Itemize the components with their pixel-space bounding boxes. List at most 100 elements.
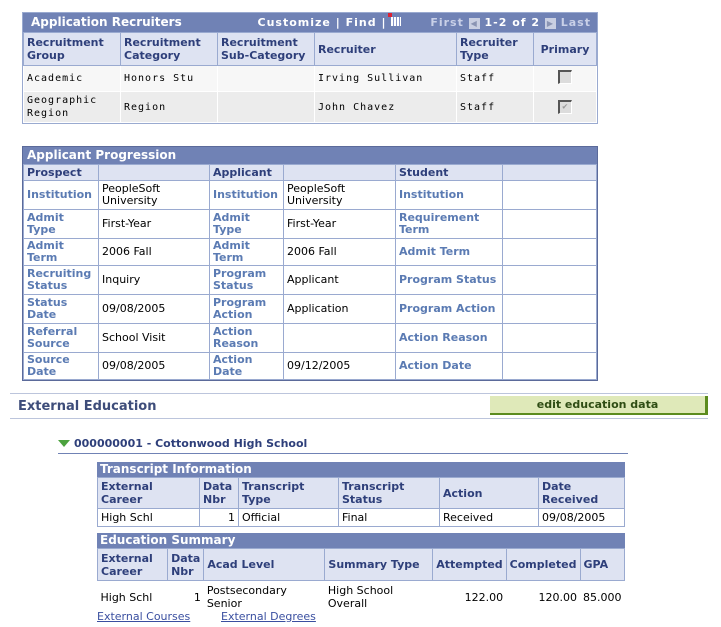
grid-title-bar: Application Recruiters Customize | Find … [23, 13, 597, 32]
field-value [502, 180, 597, 210]
field-value: Applicant [283, 265, 396, 295]
field-label: Program Action [395, 294, 503, 324]
progression-row: Source Date 09/08/2005 Action Date 09/12/20… [23, 352, 597, 380]
data-nbr: 1 [193, 590, 201, 604]
external-degrees-link[interactable]: External Degrees [221, 610, 316, 623]
field-label: Action Date [209, 352, 284, 380]
progression-row: Referral Source School Visit Action Reason… [23, 323, 597, 353]
last-link: Last [560, 16, 591, 29]
acad-level: Postsecondary Senior [206, 584, 287, 610]
application-recruiters-grid: Application Recruiters Customize | Find … [22, 12, 598, 124]
applicant-progression-panel: Applicant Progression Prospect Applicant… [22, 146, 598, 381]
primary-checkbox[interactable] [558, 69, 572, 84]
panel-title: Applicant Progression [23, 147, 597, 164]
field-value [283, 323, 396, 353]
field-value [502, 209, 597, 239]
transcript-status: Final [338, 508, 440, 527]
primary-checkbox[interactable]: ✔ [558, 100, 572, 114]
field-value: Inquiry [98, 265, 210, 295]
field-value: School Visit [98, 323, 210, 353]
find-link[interactable]: Find [346, 16, 377, 29]
collapse-triangle-icon[interactable] [58, 440, 70, 447]
field-label: Admit Type [209, 209, 284, 239]
grid-title: Transcript Information [97, 462, 625, 477]
field-value [502, 352, 597, 380]
field-label: Action Date [395, 352, 503, 380]
separator: | [381, 16, 387, 29]
progression-row: Admit Term 2006 Fall Admit Term 2006 Fall Ad… [23, 238, 597, 266]
col-header: Date Received [538, 477, 625, 509]
field-value: First-Year [98, 209, 210, 239]
recruitment-group: Geographic Region [23, 91, 121, 123]
customize-link[interactable]: Customize [258, 16, 331, 29]
transcript-information-grid: Transcript Information External Career D… [97, 462, 625, 527]
col-header: Recruitment Group [23, 32, 121, 66]
col-header: Data Nbr [167, 548, 205, 581]
col-header: Primary [533, 32, 597, 66]
field-value: 2006 Fall [98, 238, 210, 266]
gpa: 85.000 [583, 590, 622, 604]
recruitment-category: Honors Stu [120, 65, 218, 92]
field-label: Institution [209, 180, 284, 210]
completed: 120.00 [538, 590, 578, 604]
table-row: High Schl 1 Official Final Received 09/0… [97, 508, 625, 527]
col-header: GPA [579, 548, 625, 581]
field-value: 09/08/2005 [98, 352, 210, 380]
recruiter-type: Staff [456, 91, 534, 123]
recruiter: John Chavez [314, 91, 457, 123]
field-value: First-Year [283, 209, 396, 239]
col-header: Completed [505, 548, 581, 581]
download-grid-icon[interactable] [388, 13, 402, 26]
field-label: Admit Term [23, 238, 99, 266]
field-label: Program Status [209, 265, 284, 295]
table-row: High Schl 1 Postsecondary Senior High Sc… [98, 581, 625, 614]
field-value [502, 323, 597, 353]
attempted: 122.00 [464, 590, 504, 604]
grid-title: Education Summary [97, 533, 625, 548]
field-label: Program Status [395, 265, 503, 295]
summary-type: High School Overall [327, 584, 394, 610]
field-value [502, 238, 597, 266]
education-summary-grid: Education Summary External Career Data N… [96, 533, 625, 614]
first-link: First [430, 16, 464, 29]
progression-row: Recruiting Status Inquiry Program Status Ap… [23, 265, 597, 295]
field-label: Status Date [23, 294, 99, 324]
col-header: Acad Level [203, 548, 326, 581]
edit-education-data-button[interactable]: edit education data [490, 396, 708, 415]
recruiter: Irving Sullivan [314, 65, 457, 92]
field-label: Program Action [209, 294, 284, 324]
blank-header [98, 164, 210, 181]
next-arrow-icon: ▶ [544, 17, 556, 29]
school-collapsible-header[interactable]: 000000001 - Cottonwood High School [58, 437, 628, 454]
external-education-title: External Education [18, 399, 157, 414]
col-header: External Career [97, 477, 200, 509]
field-label: Admit Term [209, 238, 284, 266]
field-label: Referral Source [23, 323, 99, 353]
external-courses-link[interactable]: External Courses [97, 610, 190, 623]
progression-row: Admit Type First-Year Admit Type First-Year… [23, 209, 597, 239]
col-header: Attempted [432, 548, 507, 581]
field-label: Requirement Term [395, 209, 503, 239]
field-label: Recruiting Status [23, 265, 99, 295]
prospect-header: Prospect [23, 164, 99, 181]
student-header: Student [395, 164, 503, 181]
previous-arrow-icon: ◀ [468, 17, 480, 29]
field-value: Application [283, 294, 396, 324]
field-value [502, 294, 597, 324]
col-header: Transcript Status [338, 477, 440, 509]
blank-header [283, 164, 396, 181]
action: Received [439, 508, 539, 527]
external-career: High Schl [97, 508, 200, 527]
data-nbr: 1 [199, 508, 239, 527]
col-header: Recruitment Category [120, 32, 218, 66]
grid-title: Application Recruiters [31, 15, 182, 29]
col-header: Recruiter Type [456, 32, 534, 66]
recruitment-category: Region [120, 91, 218, 123]
col-header: External Career [96, 548, 169, 581]
progression-row: Institution PeopleSoft University Institut… [23, 180, 597, 210]
grid-navigation: Customize | Find | First ◀ 1-2 of 2 ▶ La… [258, 13, 591, 32]
field-label: Action Reason [395, 323, 503, 353]
field-label: Source Date [23, 352, 99, 380]
field-label: Admit Type [23, 209, 99, 239]
table-row: Academic Honors Stu Irving Sullivan Staf… [23, 65, 597, 92]
